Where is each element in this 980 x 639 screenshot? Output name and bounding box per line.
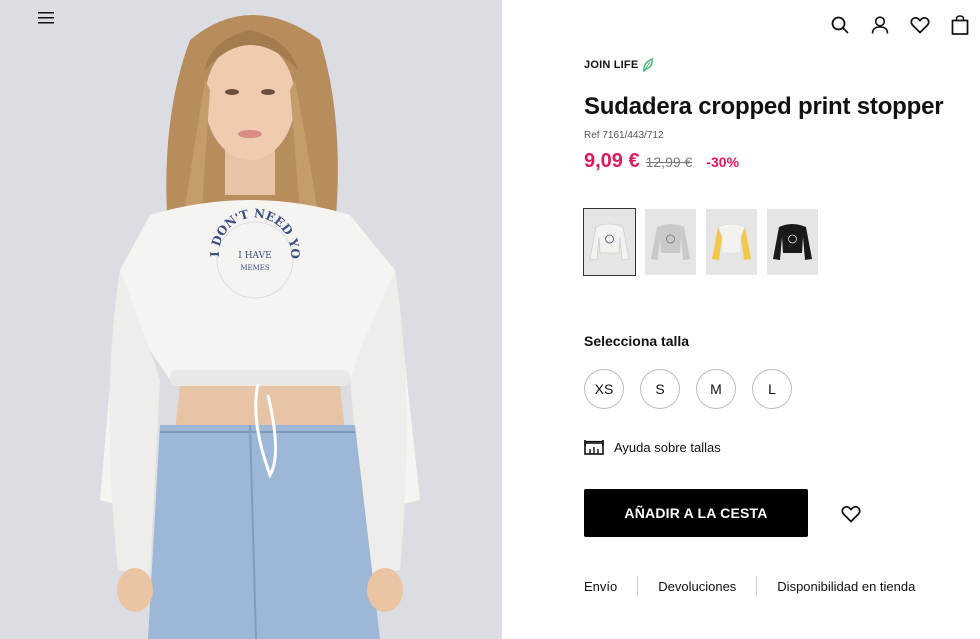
color-swatch-white[interactable]	[583, 208, 636, 276]
account-button[interactable]	[860, 10, 900, 40]
size-help-label: Ayuda sobre tallas	[614, 439, 721, 455]
size-option-l[interactable]: L	[752, 369, 792, 409]
size-label: Selecciona talla	[584, 333, 690, 349]
ruler-icon	[584, 440, 604, 455]
divider	[637, 576, 639, 596]
store-availability-link[interactable]: Disponibilidad en tienda	[777, 579, 915, 594]
sweater-thumbnail	[651, 224, 690, 260]
price-row: 9,09 € 12,99 € -30%	[584, 150, 739, 173]
size-option-xs[interactable]: XS	[584, 369, 624, 409]
add-to-wishlist-button[interactable]	[838, 501, 864, 527]
info-links: Envío Devoluciones Disponibilidad en tie…	[584, 576, 915, 596]
color-selector	[583, 208, 818, 276]
color-swatch-yellow[interactable]	[706, 209, 757, 275]
join-life-label: JOIN LIFE	[584, 59, 639, 71]
leaf-icon	[643, 58, 654, 72]
add-to-cart-button[interactable]: AÑADIR A LA CESTA	[584, 489, 808, 537]
size-option-s[interactable]: S	[640, 369, 680, 409]
sweater-thumbnail	[712, 223, 751, 260]
wishlist-button[interactable]	[900, 10, 940, 40]
size-selector: XS S M L	[584, 369, 792, 409]
sweater-thumbnail	[589, 223, 630, 261]
header-icons	[820, 10, 980, 40]
color-swatch-grey[interactable]	[645, 209, 696, 275]
model-photo: I HAVE MEMES I DON'T NEED YOU	[0, 0, 502, 639]
print-text-line1: I HAVE	[238, 251, 271, 261]
heart-icon	[910, 16, 930, 34]
menu-icon	[38, 12, 54, 24]
cart-button[interactable]	[940, 10, 980, 40]
color-swatch-black[interactable]	[767, 209, 818, 275]
product-image: I HAVE MEMES I DON'T NEED YOU	[0, 0, 502, 639]
menu-button[interactable]	[38, 12, 60, 32]
original-price: 12,99 €	[645, 154, 693, 170]
user-icon	[871, 16, 889, 34]
returns-link[interactable]: Devoluciones	[658, 579, 736, 594]
search-button[interactable]	[820, 10, 860, 40]
print-text-line2: MEMES	[240, 264, 270, 272]
product-title: Sudadera cropped print stopper	[584, 93, 944, 120]
divider	[756, 576, 758, 596]
discount-badge: -30%	[706, 154, 740, 170]
heart-icon	[841, 505, 861, 523]
shipping-link[interactable]: Envío	[584, 579, 617, 594]
search-icon	[831, 16, 849, 34]
sweater-thumbnail	[773, 224, 812, 260]
current-price: 9,09 €	[584, 150, 640, 172]
join-life-badge: JOIN LIFE	[584, 58, 654, 72]
size-help-link[interactable]: Ayuda sobre tallas	[584, 439, 721, 455]
bag-icon	[951, 15, 969, 35]
product-reference: Ref 7161/443/712	[584, 130, 664, 141]
size-option-m[interactable]: M	[696, 369, 736, 409]
